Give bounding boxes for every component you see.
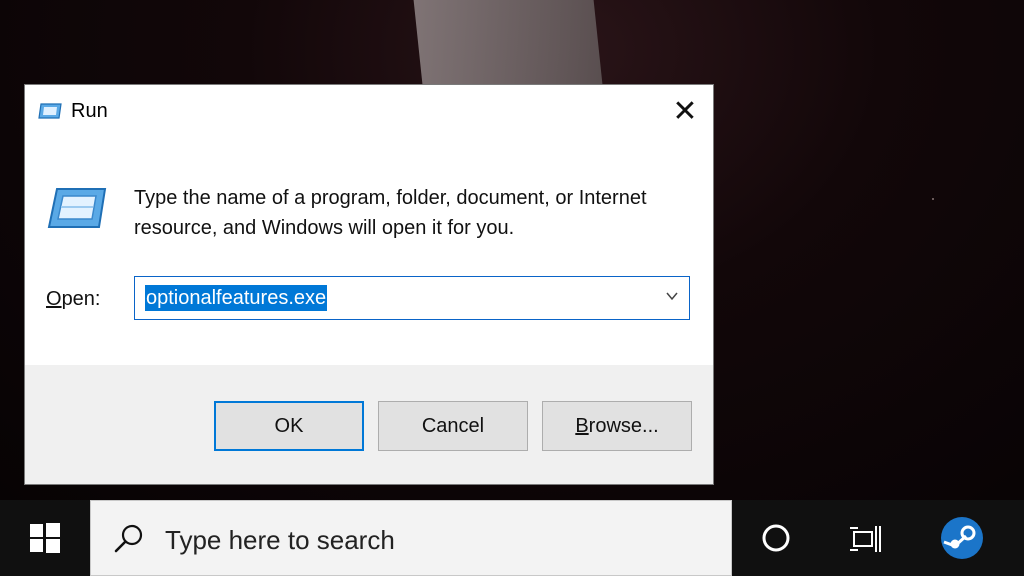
run-app-icon (38, 103, 62, 119)
steam-icon[interactable] (940, 516, 984, 560)
search-icon (114, 524, 143, 553)
cortana-icon[interactable] (760, 522, 792, 554)
taskbar: Type here to search (0, 500, 1024, 576)
cancel-button[interactable]: Cancel (378, 401, 528, 451)
close-button[interactable]: ✕ (657, 85, 713, 137)
browse-button[interactable]: Browse... (542, 401, 692, 451)
run-dialog: Run ✕ Type the name of a program, folder… (24, 84, 714, 485)
open-label: Open: (46, 288, 101, 310)
wallpaper-shape (413, 0, 603, 84)
dialog-title: Run (71, 100, 108, 122)
search-placeholder: Type here to search (165, 525, 395, 555)
run-program-icon (47, 188, 107, 228)
chevron-down-icon[interactable] (665, 289, 679, 303)
windows-start-icon (30, 523, 60, 553)
task-view-icon[interactable] (848, 522, 882, 556)
dialog-description: Type the name of a program, folder, docu… (134, 187, 647, 239)
wallpaper-dot (932, 198, 934, 200)
dialog-titlebar[interactable]: Run ✕ (25, 85, 713, 137)
close-icon: ✕ (672, 94, 698, 128)
start-button[interactable] (0, 500, 90, 576)
open-combobox[interactable]: optionalfeatures.exe (134, 276, 690, 320)
dialog-footer: OK Cancel Browse... (25, 365, 713, 484)
ok-button[interactable]: OK (214, 401, 364, 451)
taskbar-search-box[interactable]: Type here to search (90, 500, 732, 576)
open-input[interactable]: optionalfeatures.exe (145, 285, 328, 311)
